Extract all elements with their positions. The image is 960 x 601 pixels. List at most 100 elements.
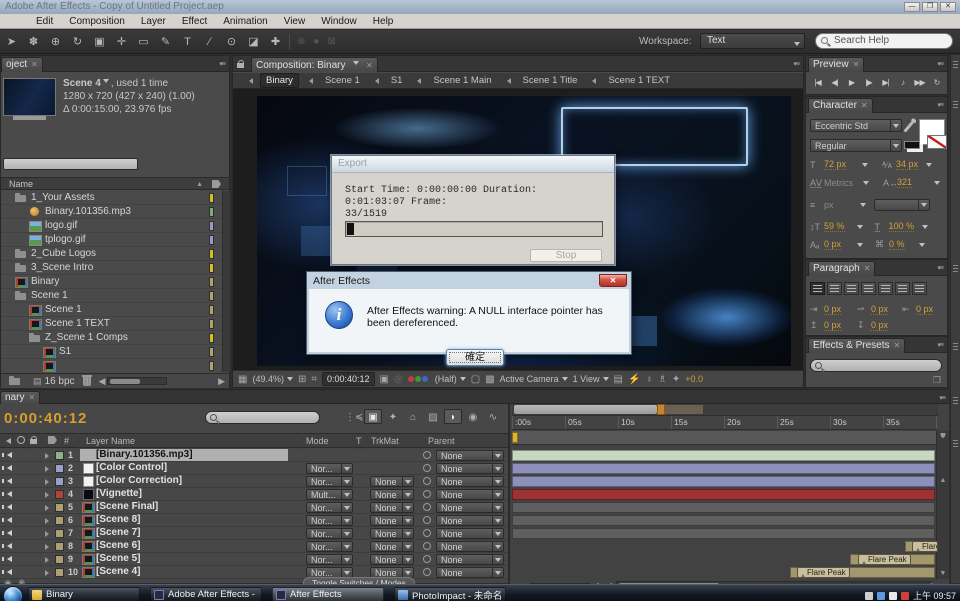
project-item[interactable]: Binary [1, 275, 222, 289]
project-item[interactable]: 1_Your Assets [1, 191, 222, 205]
trkmat-dropdown[interactable]: None [370, 476, 414, 487]
pan-behind-tool-icon[interactable]: ✛ [111, 33, 132, 51]
scroll-right-icon[interactable]: ▶ [218, 376, 225, 387]
work-area-bar[interactable] [512, 431, 938, 445]
tsume-value[interactable]: 0 % [889, 239, 905, 250]
audio-on-icon[interactable] [4, 543, 12, 549]
chevron-down-icon[interactable] [926, 163, 932, 170]
audio-on-icon[interactable] [4, 530, 12, 536]
space-after-value[interactable]: 0 px [871, 320, 888, 331]
project-item[interactable]: Scene 1 [1, 303, 222, 317]
panel-menu-icon[interactable]: ▾≡ [937, 101, 943, 109]
blend-mode-dropdown[interactable]: Nor... [306, 541, 353, 552]
blend-mode-dropdown[interactable]: Nor... [306, 515, 353, 526]
label-color-chip[interactable] [209, 207, 214, 217]
align-right-button[interactable] [844, 282, 859, 295]
breadcrumb-link[interactable]: Scene 1 TEXT [603, 74, 675, 87]
align-center-button[interactable] [827, 282, 842, 295]
fast-preview-icon[interactable]: ⚡ [628, 374, 640, 385]
label-color-chip[interactable] [55, 516, 64, 525]
timeline-current-time[interactable]: 0:00:40:12 [4, 410, 87, 427]
project-scrollbar[interactable] [222, 191, 230, 372]
shape-tool-icon[interactable]: ▭ [133, 33, 154, 51]
taskbar-button[interactable]: Binary [28, 587, 140, 601]
panel-menu-icon[interactable]: ▾≡ [937, 341, 943, 349]
eraser-tool-icon[interactable]: ◪ [243, 33, 264, 51]
blend-mode-dropdown[interactable]: Nor... [306, 528, 353, 539]
close-tab-icon[interactable]: ✕ [28, 393, 35, 402]
audio-on-icon[interactable] [4, 569, 12, 575]
menu-item[interactable]: Layer [133, 16, 174, 27]
label-color-chip[interactable] [55, 490, 64, 499]
label-color-chip[interactable] [209, 277, 214, 287]
breadcrumb-link[interactable]: S1 [386, 74, 408, 87]
menu-item[interactable]: Help [365, 16, 402, 27]
effects-search-input[interactable] [810, 359, 942, 372]
trkmat-dropdown[interactable]: None [370, 502, 414, 513]
chevron-down-icon[interactable] [353, 61, 359, 68]
tab-effects-presets[interactable]: Effects & Presets✕ [808, 338, 905, 353]
project-item[interactable]: 2_Cube Logos [1, 247, 222, 261]
blend-mode-dropdown[interactable]: Mult... [306, 489, 353, 500]
time-navigator[interactable] [512, 404, 938, 416]
leading-value[interactable]: 34 px [896, 159, 918, 170]
label-color-chip[interactable] [55, 568, 64, 577]
layer-row[interactable]: 3 [Color Correction] Nor... None None [0, 475, 508, 488]
first-frame-button[interactable]: |◀ [810, 76, 825, 89]
project-item[interactable]: Scene 1 TEXT [1, 317, 222, 331]
project-item[interactable]: Z_Scene 1 Comps [1, 331, 222, 345]
parent-dropdown[interactable]: None [436, 528, 504, 539]
tray-icon[interactable] [865, 592, 873, 600]
close-tab-icon[interactable]: ✕ [853, 60, 860, 69]
audio-on-icon[interactable] [4, 452, 12, 458]
label-color-chip[interactable] [209, 249, 214, 259]
show-channel-icon[interactable] [408, 375, 430, 384]
blend-mode-dropdown[interactable]: Nor... [306, 554, 353, 565]
breadcrumb-link[interactable]: Scene 1 Main [428, 74, 496, 87]
type-tool-icon[interactable]: T [177, 33, 198, 51]
restore-button[interactable]: ❐ [922, 2, 938, 12]
tray-icon[interactable] [901, 592, 909, 600]
menu-item[interactable]: Window [313, 16, 365, 27]
resolution-dropdown[interactable]: (Half) [435, 374, 466, 384]
draft-3d-icon[interactable]: ✦ [384, 409, 402, 424]
tab-paragraph[interactable]: Paragraph✕ [808, 261, 875, 276]
indent-right-value[interactable]: 0 px [916, 304, 933, 315]
chevron-down-icon[interactable] [863, 181, 869, 188]
label-color-chip[interactable] [209, 333, 214, 343]
breadcrumb-link[interactable]: Binary [260, 73, 299, 88]
hand-tool-icon[interactable]: ✽ [23, 33, 44, 51]
label-color-chip[interactable] [55, 451, 64, 460]
layer-duration-bar[interactable] [512, 528, 935, 539]
parent-dropdown[interactable]: None [436, 489, 504, 500]
layer-marker[interactable]: Flare Peak [912, 541, 938, 552]
panel-menu-icon[interactable]: ▾≡ [219, 60, 225, 68]
collapsed-panel-strip[interactable] [950, 55, 960, 583]
show-snapshot-icon[interactable]: ◎ [394, 374, 403, 385]
tab-character[interactable]: Character✕ [808, 98, 873, 113]
taskbar-clock[interactable]: 上午 09:57 [913, 589, 956, 601]
warning-dialog-titlebar[interactable]: After Effects ✕ [309, 274, 629, 289]
label-color-chip[interactable] [55, 542, 64, 551]
align-left-button[interactable] [810, 282, 825, 295]
close-tab-icon[interactable]: ✕ [861, 101, 868, 110]
first-line-indent-value[interactable]: 0 px [871, 304, 888, 315]
pickwhip-icon[interactable] [423, 516, 431, 524]
label-color-chip[interactable] [55, 555, 64, 564]
tray-icon[interactable] [877, 592, 885, 600]
graph-editor-icon[interactable]: ∿ [484, 409, 502, 424]
layer-duration-bar[interactable] [512, 515, 935, 526]
layer-row[interactable]: 8 [Scene 6] Nor... None None [0, 540, 508, 553]
menu-item[interactable]: Edit [28, 16, 61, 27]
selection-tool-icon[interactable]: ➤ [1, 33, 22, 51]
next-frame-button[interactable]: |▶ [861, 76, 876, 89]
tray-icon[interactable] [889, 592, 897, 600]
start-button[interactable] [3, 586, 23, 601]
magnification-dropdown[interactable]: (49.4%) [252, 374, 293, 384]
view-layout-dropdown[interactable]: 1 View [573, 374, 609, 384]
workspace-dropdown[interactable]: Workspace: Text [700, 33, 805, 49]
timeline-icon[interactable]: ♁ [645, 374, 653, 385]
font-size-value[interactable]: 72 px [824, 159, 846, 170]
audio-on-icon[interactable] [4, 504, 12, 510]
project-list-header[interactable]: Name ▲ [1, 177, 229, 190]
